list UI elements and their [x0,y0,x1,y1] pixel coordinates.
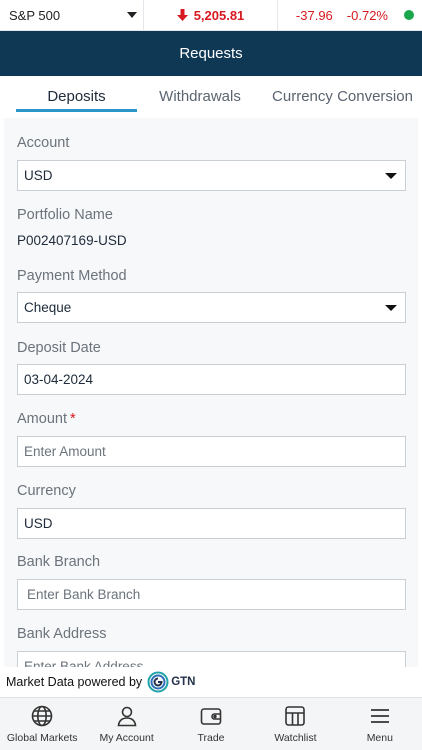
portfolio-value: P002407169-USD [17,233,127,248]
index-change: -37.96 -0.72% [278,8,422,23]
required-mark: * [69,411,76,427]
tab-label: Deposits [47,87,106,105]
chevron-down-icon [385,304,397,311]
currency-field[interactable]: USD [17,508,406,539]
tab-withdrawals[interactable]: Withdrawals [137,76,263,116]
nav-label: Global Markets [6,732,78,744]
market-status-dot [404,10,414,20]
user-icon [117,706,136,727]
nav-label: Menu [366,732,393,744]
bank-branch-input[interactable]: Enter Bank Branch [17,579,406,610]
tab-currency-conversion[interactable]: Currency Conversion [263,76,422,116]
currency-value: USD [24,516,53,531]
payment-method-select[interactable]: Cheque [17,292,406,323]
currency-label: Currency [17,483,76,499]
globe-icon [31,705,53,727]
deposit-date-value: 03-04-2024 [24,372,94,387]
tab-label: Withdrawals [159,87,241,105]
bank-branch-placeholder: Enter Bank Branch [27,587,141,602]
index-selector[interactable]: S&P 500 [0,0,144,31]
tab-deposits[interactable]: Deposits [16,76,137,116]
grid-icon [285,706,306,726]
gtn-logo-text: GTN [171,676,196,688]
gtn-logo-mark-icon [147,671,169,693]
index-name: S&P 500 [9,7,61,23]
request-tabs: Deposits Withdrawals Currency Conversion [0,76,422,116]
change-percent: -0.72% [346,7,388,23]
nav-watchlist[interactable]: Watchlist [253,698,337,750]
amount-input[interactable]: Enter Amount [17,436,406,467]
bank-address-placeholder: Enter Bank Address [24,659,144,667]
nav-my-account[interactable]: My Account [84,698,168,750]
index-price: 5,205.81 [144,0,278,31]
page-header: Requests [0,31,422,76]
account-select[interactable]: USD [17,160,406,191]
change-value: -37.96 [295,7,333,23]
payment-method-label: Payment Method [17,268,127,284]
page-title: Requests [179,45,243,62]
nav-label: Trade [197,732,225,744]
deposit-form: Account USD Portfolio Name P002407169-US… [4,118,418,667]
account-label: Account [17,135,70,151]
gtn-logo: GTN [147,671,195,693]
bank-branch-label: Bank Branch [17,554,101,570]
wallet-icon [200,708,222,725]
deposit-date-label: Deposit Date [17,340,101,356]
powered-by-footer: Market Data powered by GTN [0,667,422,697]
amount-placeholder: Enter Amount [24,444,106,459]
account-value: USD [24,168,53,183]
deposit-date-field[interactable]: 03-04-2024 [17,364,406,395]
arrow-down-icon [176,9,188,21]
bottom-navigation: Global Markets My Account Trade Watchlis… [0,697,422,750]
powered-by-text: Market Data powered by [6,675,143,689]
market-ticker: S&P 500 5,205.81 -37.96 -0.72% [0,0,422,31]
payment-method-value: Cheque [24,300,72,315]
nav-label: Watchlist [274,732,317,744]
price-value: 5,205.81 [193,7,245,23]
menu-icon [370,709,389,723]
nav-global-markets[interactable]: Global Markets [0,698,84,750]
chevron-down-icon [385,172,397,179]
chevron-down-icon [127,12,137,18]
bank-address-label: Bank Address [17,626,107,642]
nav-menu[interactable]: Menu [338,698,422,750]
nav-trade[interactable]: Trade [169,698,253,750]
amount-label-text: Amount [17,411,67,427]
amount-label: Amount * [17,409,76,429]
tab-label: Currency Conversion [272,87,413,105]
portfolio-label: Portfolio Name [17,207,113,223]
bank-address-input[interactable]: Enter Bank Address [17,651,406,667]
nav-label: My Account [99,732,154,744]
